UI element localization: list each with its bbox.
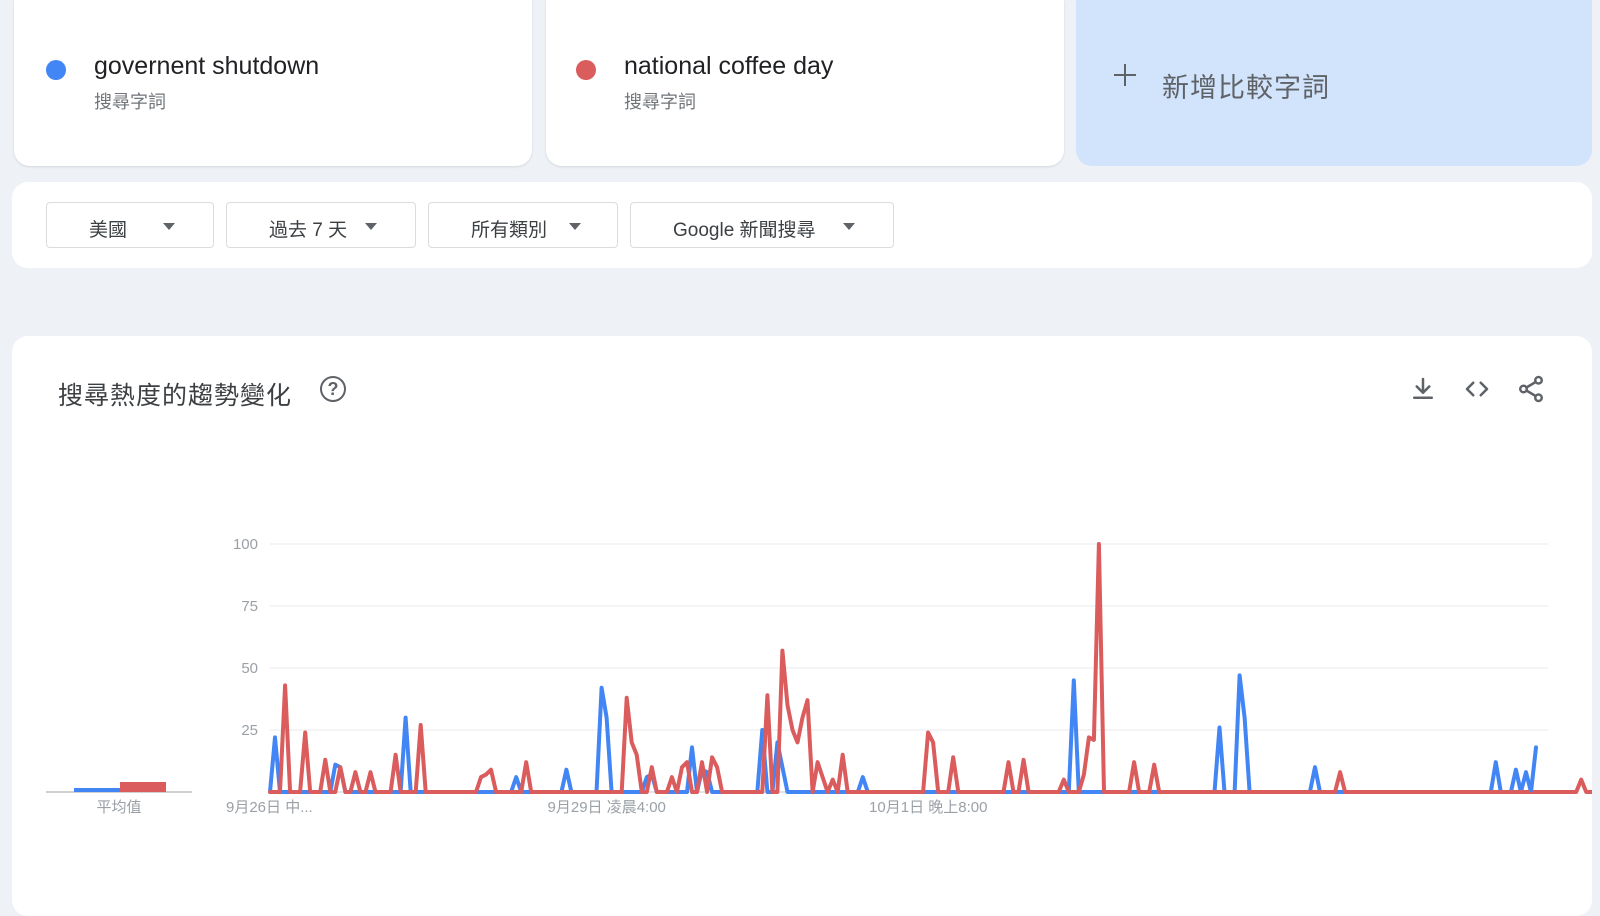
add-comparison-label: 新增比較字詞: [1162, 73, 1330, 103]
y-tick-label: 100: [233, 536, 258, 553]
average-bar-1: [74, 788, 120, 792]
caret-down-icon: [569, 223, 581, 230]
caret-down-icon: [843, 223, 855, 230]
region-dropdown-label: 美國: [89, 220, 128, 241]
x-tick-label: 10月1日 晚上8:00: [869, 799, 987, 816]
trend-chart[interactable]: 25 50 75 100 9月26日 中... 9月29日 凌晨4:00 10月1日 晚上8…: [12, 336, 1592, 900]
term-name[interactable]: governent shutdown: [94, 52, 319, 81]
average-label: 平均值: [96, 799, 141, 816]
term-card-2[interactable]: national coffee day 搜尋字詞: [546, 0, 1064, 166]
y-tick-label: 75: [241, 598, 258, 615]
search-type-dropdown-label: Google 新聞搜尋: [673, 220, 816, 241]
time-range-dropdown[interactable]: 過去 7 天: [226, 202, 416, 248]
x-tick-label: 9月29日 凌晨4:00: [548, 799, 666, 816]
term-name[interactable]: national coffee day: [624, 52, 833, 81]
region-dropdown[interactable]: 美國: [46, 202, 214, 248]
category-dropdown[interactable]: 所有類別: [428, 202, 618, 248]
category-dropdown-label: 所有類別: [471, 220, 548, 241]
interest-over-time-card: 搜尋熱度的趨勢變化 ? 25 50 75 100 9月26日 中... 9月29日 凌晨4…: [12, 336, 1592, 916]
time-range-dropdown-label: 過去 7 天: [269, 220, 348, 241]
search-type-dropdown[interactable]: Google 新聞搜尋: [630, 202, 894, 248]
caret-down-icon: [163, 223, 175, 230]
plus-icon: [1112, 62, 1138, 88]
caret-down-icon: [365, 223, 377, 230]
term-subtitle: 搜尋字詞: [624, 92, 696, 112]
average-bar-2: [120, 782, 166, 792]
term-color-dot-red: [576, 60, 596, 80]
x-tick-label: 9月26日 中...: [226, 799, 313, 816]
filter-bar: 美國 過去 7 天 所有類別 Google 新聞搜尋: [12, 182, 1592, 268]
y-tick-label: 25: [241, 722, 258, 739]
term-color-dot-blue: [46, 60, 66, 80]
add-comparison-button[interactable]: 新增比較字詞: [1076, 0, 1592, 166]
series-line-1: [268, 673, 1538, 794]
term-card-1[interactable]: governent shutdown 搜尋字詞: [14, 0, 532, 166]
y-tick-label: 50: [241, 660, 258, 677]
term-subtitle: 搜尋字詞: [94, 92, 166, 112]
